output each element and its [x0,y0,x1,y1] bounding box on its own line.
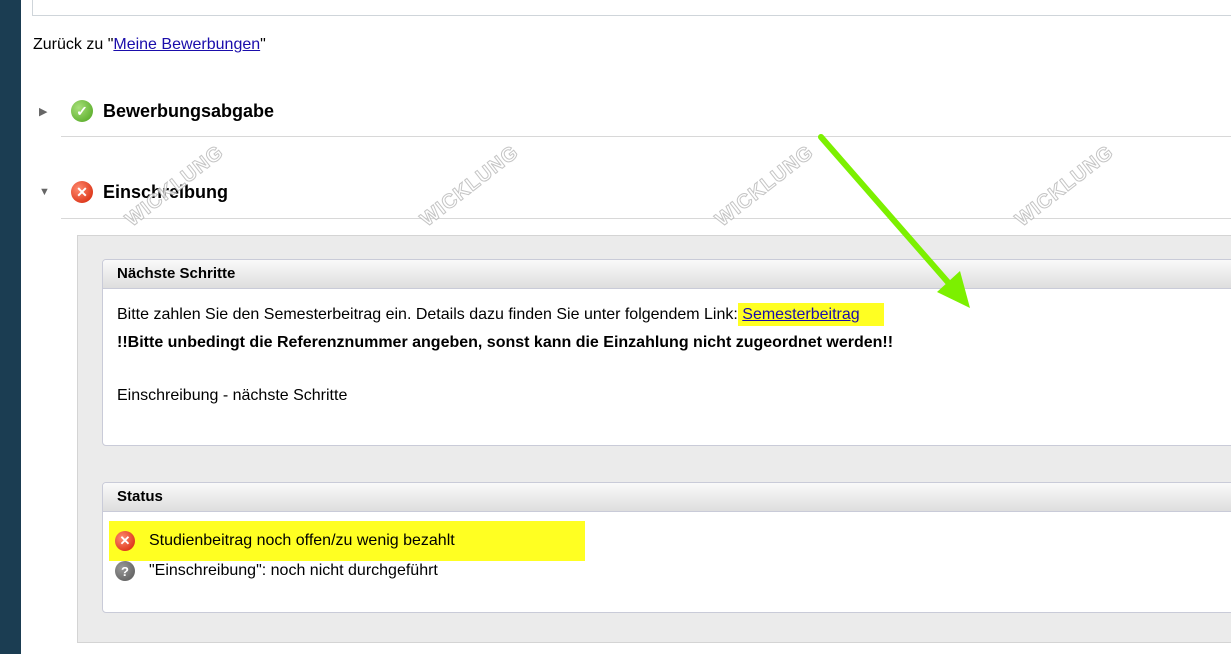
back-prefix: Zurück zu " [33,36,114,53]
next-steps-text-row: Bitte zahlen Sie den Semesterbeitrag ein… [117,303,1231,328]
status-box: Status ✕ Studienbeitrag noch offen/zu we… [102,482,1231,613]
check-icon: ✓ [71,100,93,122]
warning-text: !!Bitte unbedingt die Referenznummer ang… [117,334,894,351]
highlight: Semesterbeitrag [738,303,884,326]
main-panel: Zurück zu "Meine Bewerbungen" ▶ ✓ Bewerb… [21,0,1231,654]
back-line: Zurück zu "Meine Bewerbungen" [33,36,266,54]
next-steps-header: Nächste Schritte [103,260,1231,289]
status-text: "Einschreibung": noch nicht durchgeführt [149,562,438,579]
error-icon: ✕ [115,531,135,551]
next-steps-footer: Einschreibung - nächste Schritte [117,387,348,404]
top-box [32,0,1231,16]
error-icon: ✕ [71,181,93,203]
status-body: ✕ Studienbeitrag noch offen/zu wenig bez… [103,521,1231,585]
status-text: Studienbeitrag noch offen/zu wenig bezah… [149,532,455,549]
status-item-enrollment: ? "Einschreibung": noch nicht durchgefüh… [109,557,1231,585]
question-icon: ? [115,561,135,581]
status-item-unpaid: ✕ Studienbeitrag noch offen/zu wenig bez… [109,521,585,561]
collapsed-triangle-icon[interactable]: ▶ [39,105,59,118]
back-suffix: " [260,36,266,53]
semesterbeitrag-link[interactable]: Semesterbeitrag [742,306,859,323]
section-einschreibung[interactable]: ▼ ✕ Einschreibung [39,179,228,205]
next-steps-box: Nächste Schritte Bitte zahlen Sie den Se… [102,259,1231,446]
einschreibung-content: Nächste Schritte Bitte zahlen Sie den Se… [77,235,1231,643]
next-steps-body: Bitte zahlen Sie den Semesterbeitrag ein… [103,303,1231,405]
section-bewerbungsabgabe[interactable]: ▶ ✓ Bewerbungsabgabe [39,98,274,124]
meine-bewerbungen-link[interactable]: Meine Bewerbungen [113,36,260,53]
status-header: Status [103,483,1231,512]
section-title-bewerbungsabgabe: Bewerbungsabgabe [103,100,275,121]
divider [61,136,1231,137]
divider [61,218,1231,219]
next-steps-text: Bitte zahlen Sie den Semesterbeitrag ein… [117,306,743,323]
expanded-triangle-icon[interactable]: ▼ [39,186,59,198]
